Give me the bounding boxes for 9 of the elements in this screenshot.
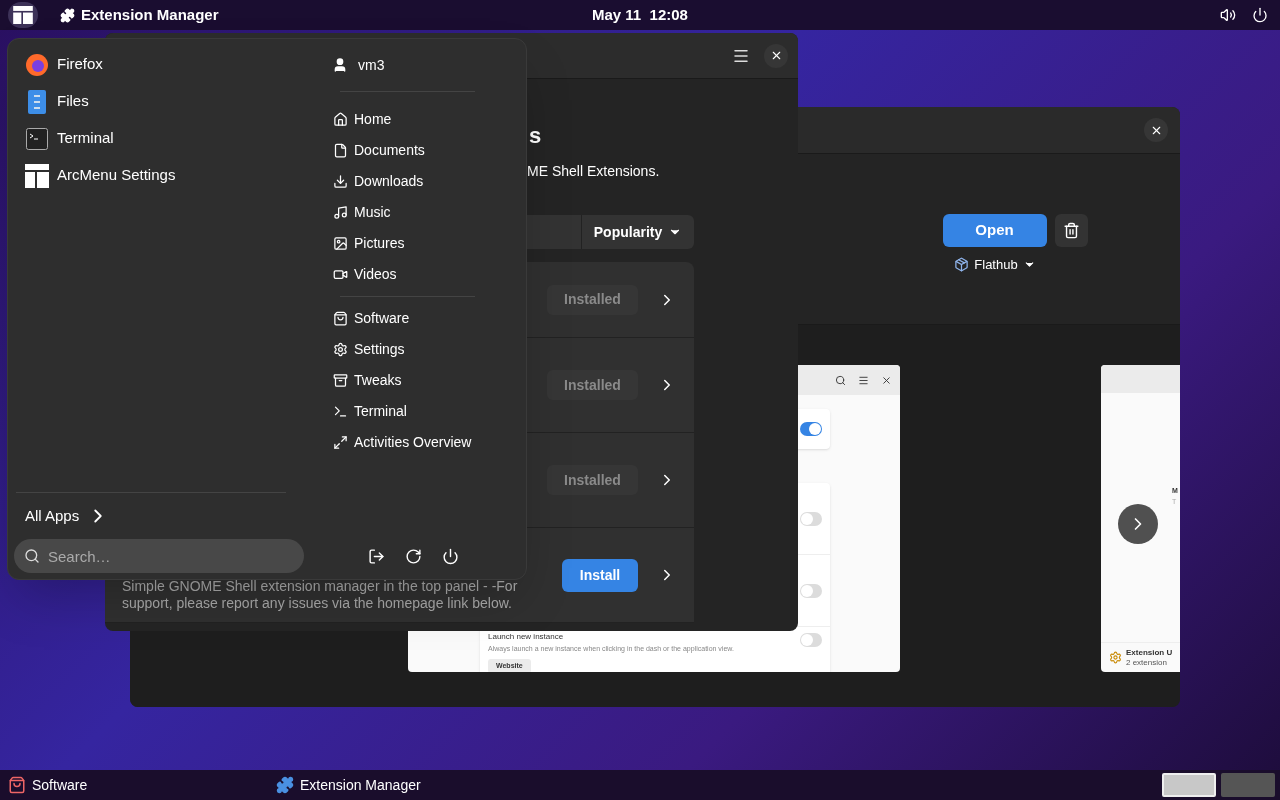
page-title: s — [529, 123, 542, 148]
page-subtitle: ME Shell Extensions. — [527, 163, 660, 179]
setting-title: Launch new instance — [488, 633, 565, 641]
extension-description: Simple GNOME Shell extension manager in the top panel - -For support, please report any issues via the homepage link below. — [122, 578, 519, 612]
installed-button: Installed — [547, 465, 638, 495]
footer-subtitle: 2 extension — [1126, 657, 1168, 668]
installed-button: Installed — [547, 284, 638, 315]
installed-button: Installed — [547, 370, 638, 400]
footer-title: Extension U — [1126, 647, 1173, 658]
